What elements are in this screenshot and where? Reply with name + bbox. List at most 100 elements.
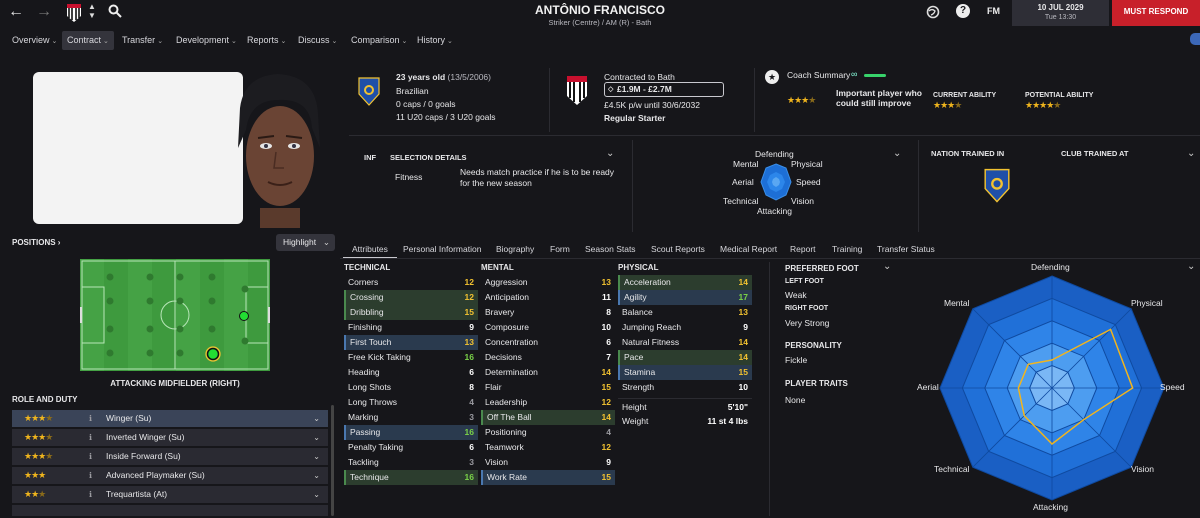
nav-overview[interactable]: Overview ⌄ [7,31,62,50]
fm-logo[interactable]: FM [987,6,1000,16]
mini-label-vision: Vision [791,196,814,206]
attr-name: Bravery [485,307,515,317]
tab-attributes[interactable]: Attributes [352,241,388,257]
mini-label-physical: Physical [791,159,823,169]
attr-name: Teamwork [485,442,524,452]
roles-scrollbar[interactable] [331,405,334,516]
attr-name: Flair [485,382,502,392]
attr-value: 12 [464,292,474,302]
tab-personal-information[interactable]: Personal Information [403,241,481,257]
attr-name: Composure [485,322,529,332]
transfer-value[interactable]: ◇ £1.9M - £2.7M [604,82,724,97]
left-foot-label: LEFT FOOT [785,278,824,285]
tab-training[interactable]: Training [832,241,862,257]
role-row-trequartista[interactable]: ★★★ ℹ Trequartista (At) ⌄ [12,486,328,503]
side-panel-toggle[interactable] [1190,33,1200,45]
left-foot-value: Weak [785,290,807,300]
nav-reports[interactable]: Reports ⌄ [242,31,291,50]
attr-row: Leadership 12 [481,395,615,410]
role-name: Trequartista (At) [106,489,168,499]
nav-label: Overview [12,35,50,45]
role-row-inside-forward[interactable]: ★★★★ ℹ Inside Forward (Su) ⌄ [12,448,328,465]
attr-value: 6 [606,337,611,347]
role-row-advanced-playmaker[interactable]: ★★★ ℹ Advanced Playmaker (Su) ⌄ [12,467,328,484]
date-panel[interactable]: 10 JUL 2029 Tue 13:30 [1012,0,1109,26]
nav-label: Contract [67,35,102,45]
attr-name: Leadership [485,397,528,407]
tab-season-stats[interactable]: Season Stats [585,241,636,257]
role-duty-label: ROLE AND DUTY [12,395,78,404]
nav-contract[interactable]: Contract ⌄ [62,31,114,50]
tab-transfer-status[interactable]: Transfer Status [877,241,935,257]
attr-value: 3 [469,412,474,422]
binoculars-icon: ∞ [851,69,858,79]
positions-label-text: POSITIONS [12,238,56,247]
mini-label-defending: Defending [755,149,794,159]
chevron-down-icon: ⌄ [231,38,237,45]
attr-name: Vision [485,457,508,467]
attr-name: Marking [348,412,379,422]
role-name: Advanced Playmaker (Su) [106,470,205,480]
highlight-dropdown[interactable]: Highlight ⌄ [276,234,335,251]
tab-form[interactable]: Form [550,241,570,257]
info-icon[interactable]: ℹ [89,448,92,465]
pitch-diagram [78,259,272,371]
mini-label-aerial: Aerial [732,177,754,187]
role-row-winger[interactable]: ★★★★ ℹ Winger (Su) ⌄ [12,410,328,427]
nav-transfer[interactable]: Transfer ⌄ [117,31,168,50]
mini-label-technical: Technical [723,196,759,206]
tab-report[interactable]: Report [790,241,816,257]
positions-label[interactable]: POSITIONS › [12,238,60,247]
info-icon[interactable]: ℹ [89,429,92,446]
polar-label-speed: Speed [1160,382,1185,392]
mini-label-speed: Speed [796,177,821,187]
info-icon[interactable]: ℹ [89,467,92,484]
role-row-inverted-winger[interactable]: ★★★★ ℹ Inverted Winger (Su) ⌄ [12,429,328,446]
role-row-partial[interactable] [12,505,328,516]
attr-value: 11 [602,292,611,302]
nav-discuss[interactable]: Discuss ⌄ [293,31,342,50]
attr-name: Off The Ball [487,412,532,422]
fitness-label: Fitness [395,172,423,182]
attr-row: First Touch 13 [344,335,478,350]
preferred-foot-label: PREFERRED FOOT [785,264,859,273]
nav-development[interactable]: Development ⌄ [171,31,242,50]
help-icon[interactable]: ? [956,4,970,18]
nav-label: Discuss [298,35,330,45]
attr-name: Decisions [485,352,522,362]
mental-title: MENTAL [481,263,514,272]
attr-row: Decisions 7 [481,350,615,365]
attr-name: Long Shots [348,382,392,392]
tab-scout-reports[interactable]: Scout Reports [651,241,705,257]
info-icon[interactable]: ℹ [89,486,92,503]
player-photo-placeholder [33,72,243,224]
attr-row: Stamina 15 [618,365,752,380]
attr-row: Finishing 9 [344,320,478,335]
chevron-down-icon[interactable]: ⌄ [893,148,901,159]
attr-row: Vision 9 [481,455,615,470]
chevron-down-icon[interactable]: ⌄ [1187,148,1195,159]
squad-status: Regular Starter [604,113,666,123]
chevron-down-icon: ⌄ [331,38,338,45]
chevron-down-icon[interactable]: ⌄ [606,148,614,159]
must-respond-button[interactable]: MUST RESPOND [1112,0,1200,26]
nav-history[interactable]: History ⌄ [412,31,458,50]
attr-name: Penalty Taking [348,442,404,452]
attr-name: Tackling [348,457,379,467]
attr-row: Positioning 4 [481,425,615,440]
tab-medical-report[interactable]: Medical Report [720,241,777,257]
attr-value: 14 [601,412,611,422]
tab-biography[interactable]: Biography [496,241,534,257]
attr-name: Passing [350,427,381,437]
attr-row: Long Throws 4 [344,395,478,410]
globe-icon[interactable] [926,5,940,21]
attr-value: 7 [606,352,611,362]
chevron-down-icon[interactable]: ⌄ [883,261,891,272]
attr-name: Balance [622,307,653,317]
fitness-text: Needs match practice if he is to be read… [460,167,615,188]
nav-comparison[interactable]: Comparison ⌄ [346,31,412,50]
info-icon[interactable]: ℹ [89,410,92,427]
star-badge-icon: ★ [765,70,779,84]
attr-name: Natural Fitness [622,337,680,347]
chevron-down-icon: ⌄ [280,38,287,45]
